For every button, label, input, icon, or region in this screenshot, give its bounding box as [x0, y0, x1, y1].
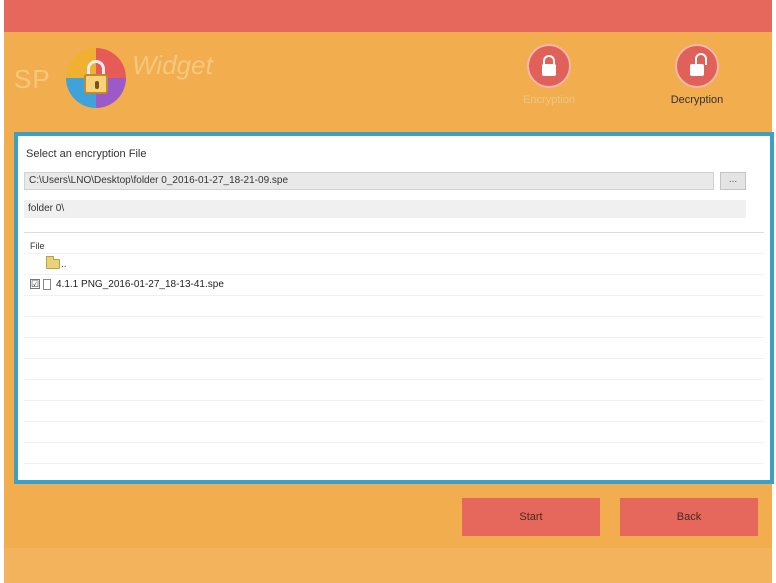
- decryption-button[interactable]: Decryption: [642, 44, 752, 110]
- file-panel: Select an encryption File C:\Users\LNO\D…: [14, 132, 774, 484]
- encryption-label: Encryption: [523, 94, 575, 106]
- logo-sp-text: SP: [14, 64, 51, 94]
- title-bar: [4, 0, 772, 32]
- bottom-bar: [4, 548, 772, 583]
- encryption-button[interactable]: Encryption: [494, 44, 604, 110]
- lock-open-icon: [675, 44, 719, 88]
- browse-button[interactable]: ...: [720, 172, 746, 190]
- document-icon: [43, 278, 51, 290]
- file-row[interactable]: ☑ 4.1.1 PNG_2016-01-27_18-13-41.spe: [30, 277, 224, 291]
- back-button[interactable]: Back: [620, 498, 758, 536]
- file-path-input[interactable]: C:\Users\LNO\Desktop\folder 0_2016-01-27…: [24, 172, 714, 190]
- lock-closed-icon: [527, 44, 571, 88]
- lock-logo-icon: [66, 48, 126, 108]
- parent-folder-row[interactable]: ..: [46, 256, 67, 271]
- file-name: 4.1.1 PNG_2016-01-27_18-13-41.spe: [56, 278, 224, 290]
- app-window: SP Widget Encryption Decryption Select a…: [4, 0, 774, 583]
- app-logo: SP Widget: [14, 44, 274, 114]
- logo-widget-text: Widget: [132, 50, 213, 80]
- decryption-label: Decryption: [670, 94, 724, 106]
- file-list[interactable]: File .. ☑ 4.1.1 PNG_2016-01-27_18-13-41.…: [24, 232, 764, 478]
- file-checkbox[interactable]: ☑: [30, 279, 40, 289]
- folder-icon: [46, 256, 60, 269]
- start-button[interactable]: Start: [462, 498, 600, 536]
- file-column-header[interactable]: File: [30, 241, 45, 251]
- parent-folder-label: ..: [61, 258, 67, 270]
- select-file-label: Select an encryption File: [26, 148, 147, 160]
- current-folder-label: folder 0\: [24, 200, 746, 218]
